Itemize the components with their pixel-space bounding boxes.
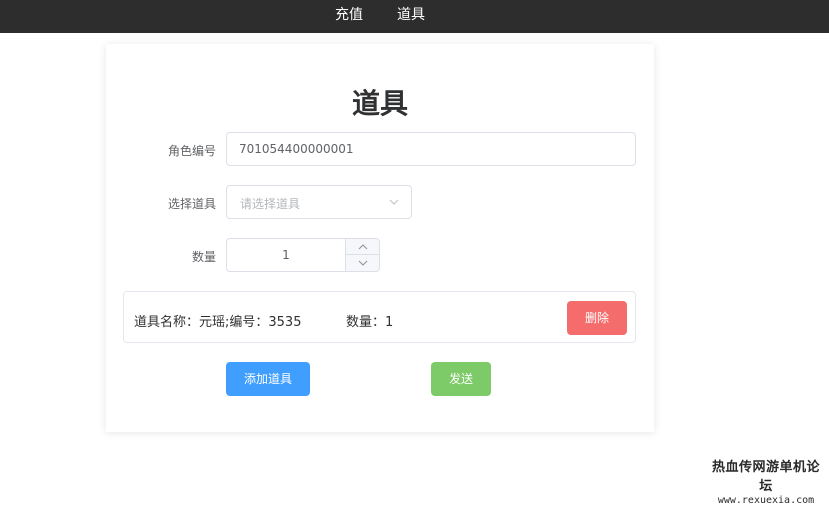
added-item-row: 道具名称：元瑶;编号：3535 数量：1 删除 xyxy=(123,291,636,343)
item-select-placeholder: 请选择道具 xyxy=(240,197,301,211)
nav-item-items[interactable]: 道具 xyxy=(397,0,425,33)
chevron-up-icon xyxy=(358,244,368,250)
top-nav-bar: 充值 道具 xyxy=(0,0,829,33)
add-item-button[interactable]: 添加道具 xyxy=(226,362,310,396)
send-button[interactable]: 发送 xyxy=(431,362,491,396)
watermark-url: www.rexuexia.com xyxy=(717,495,815,506)
role-id-label: 角色编号 xyxy=(167,144,216,158)
item-name-text: 道具名称：元瑶;编号：3535 xyxy=(134,315,302,330)
nav-item-recharge[interactable]: 充值 xyxy=(335,0,363,33)
quantity-input[interactable] xyxy=(227,239,345,271)
quantity-label: 数量 xyxy=(191,250,216,264)
item-select[interactable]: 请选择道具 xyxy=(226,185,412,219)
quantity-stepper xyxy=(226,238,380,272)
page-title: 道具 xyxy=(351,87,408,120)
increase-button[interactable] xyxy=(345,239,379,255)
chevron-down-icon xyxy=(389,199,399,205)
watermark: 热血传网游单机论坛 www.rexuexia.com xyxy=(706,456,826,506)
role-id-input[interactable] xyxy=(226,132,636,166)
watermark-title: 热血传网游单机论坛 xyxy=(711,460,820,494)
item-form-card: 道具 角色编号 选择道具 请选择道具 数量 道具名称：元瑶;编号：3535 数量… xyxy=(106,44,654,432)
item-select-label: 选择道具 xyxy=(167,197,216,211)
chevron-down-icon xyxy=(358,260,368,266)
decrease-button[interactable] xyxy=(345,255,379,271)
item-quantity-text: 数量：1 xyxy=(346,315,394,330)
delete-item-button[interactable]: 删除 xyxy=(567,301,627,335)
